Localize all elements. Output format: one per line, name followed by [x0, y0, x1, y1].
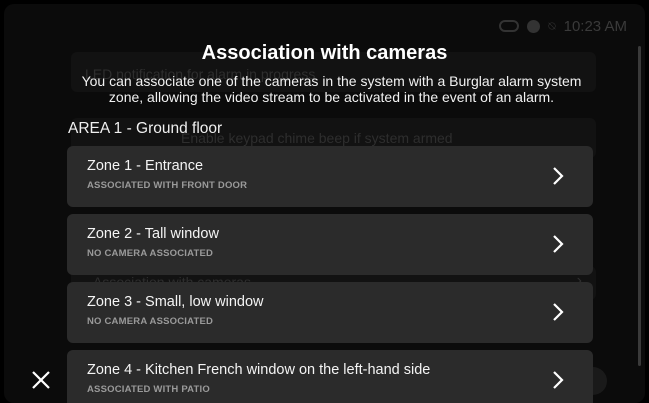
zone-name: Zone 3 - Small, low window — [87, 294, 264, 310]
zone-item-4[interactable]: Zone 4 - Kitchen French window on the le… — [67, 350, 593, 403]
screen: ⍉ 10:23 AM LED notification for alarm in… — [4, 4, 645, 403]
zone-camera: ASSOCIATED WITH FRONT DOOR — [87, 180, 248, 191]
dialog-description: You can associate one of the cameras in … — [81, 73, 582, 105]
area-heading: AREA 1 - Ground floor — [68, 120, 223, 137]
association-dialog: Association with cameras You can associa… — [4, 4, 645, 403]
zone-name: Zone 4 - Kitchen French window on the le… — [87, 362, 431, 378]
zone-item-1[interactable]: Zone 1 - Entrance ASSOCIATED WITH FRONT … — [67, 146, 593, 207]
chevron-right-icon — [553, 303, 564, 321]
zone-name: Zone 1 - Entrance — [87, 158, 204, 174]
chevron-right-icon — [553, 235, 564, 253]
chevron-right-icon — [553, 371, 564, 389]
dialog-title: Association with cameras — [201, 42, 448, 64]
zone-list: Zone 1 - Entrance ASSOCIATED WITH FRONT … — [67, 146, 593, 403]
zone-name: Zone 2 - Tall window — [87, 226, 219, 242]
zone-item-3[interactable]: Zone 3 - Small, low window NO CAMERA ASS… — [67, 282, 593, 343]
zone-camera: NO CAMERA ASSOCIATED — [87, 248, 214, 259]
zone-item-2[interactable]: Zone 2 - Tall window NO CAMERA ASSOCIATE… — [67, 214, 593, 275]
close-icon[interactable] — [30, 369, 52, 391]
chevron-right-icon — [553, 167, 564, 185]
zone-camera: NO CAMERA ASSOCIATED — [87, 316, 214, 327]
zone-camera: ASSOCIATED WITH PATIO — [87, 384, 210, 395]
